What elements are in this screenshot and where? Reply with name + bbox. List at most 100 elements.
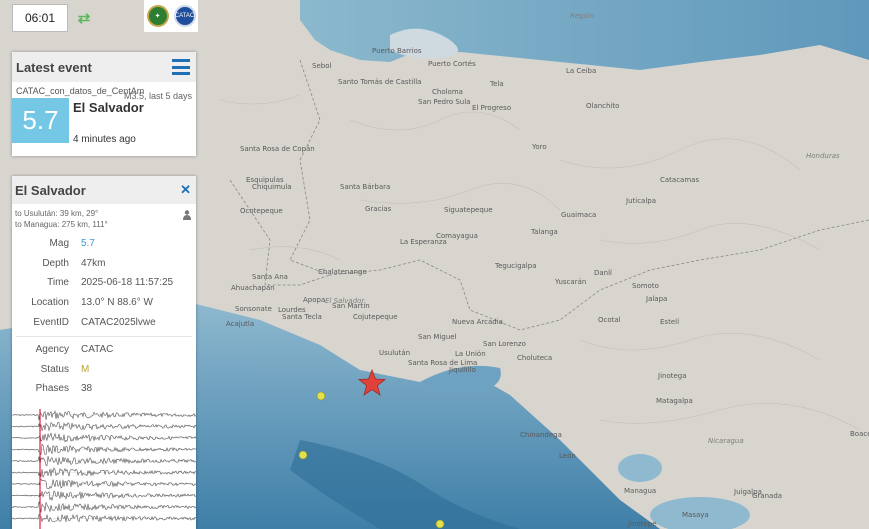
map-place-label: Santo Tomás de Castilla xyxy=(338,78,422,86)
field-row: Time 2025-06-18 11:57:25 xyxy=(12,273,196,293)
old-event-dot xyxy=(298,450,308,460)
field-value: 2025-06-18 11:57:25 xyxy=(81,277,174,289)
map-place-label: Santa Bárbara xyxy=(340,183,391,191)
map-place-label: Tela xyxy=(490,80,504,88)
map-place-label: Juigalpa xyxy=(734,488,762,496)
seismogram xyxy=(12,409,196,529)
map-place-label: Ahuachapán xyxy=(231,284,275,292)
catac-logo: CATAC xyxy=(173,5,196,27)
map-place-label: Jinotepe xyxy=(628,520,657,528)
map-place-label: Chalatenango xyxy=(318,268,367,276)
map-place-label: Danlí xyxy=(594,269,613,277)
field-value: M xyxy=(81,363,90,375)
clock-time: 06:01 xyxy=(24,11,56,25)
map-place-label: San Lorenzo xyxy=(483,340,526,348)
map-place-label: Honduras xyxy=(806,152,840,160)
distance-line-1: to Usulután: 39 km, 29° xyxy=(15,209,99,218)
map-place-label: Santa Rosa de Lima xyxy=(408,359,478,367)
field-label: Depth xyxy=(42,257,69,269)
map-place-label: Tegucigalpa xyxy=(495,262,537,270)
latest-event-panel[interactable]: Latest event CATAC_con_datos_de_CentAm 5… xyxy=(12,52,196,156)
distance-line-2: to Managua: 275 km, 111° xyxy=(15,220,108,229)
refresh-button[interactable]: ⇄ xyxy=(68,4,100,32)
field-label: Mag xyxy=(49,238,69,250)
map-place-label: Cojutepeque xyxy=(353,313,398,321)
old-event-dot xyxy=(435,519,445,529)
map-place-label: Talanga xyxy=(531,228,558,236)
clock-display: 06:01 xyxy=(12,4,68,32)
event-detail-header: El Salvador ✕ xyxy=(12,176,196,204)
map-place-label: Olanchito xyxy=(586,102,620,110)
person-icon[interactable] xyxy=(183,210,191,220)
magnitude-value: 5.7 xyxy=(22,105,59,135)
map-place-label: Santa Tecla xyxy=(282,313,322,321)
field-label: Agency xyxy=(35,344,69,356)
map-place-label: Chinandega xyxy=(520,431,562,439)
catac-logo-text: CATAC xyxy=(174,13,195,19)
event-fields-agency: Agency CATAC Status M Phases 38 xyxy=(12,340,196,399)
map-place-label: El Progreso xyxy=(472,104,512,112)
map-place-label: La Ceiba xyxy=(566,67,597,75)
agency-logo: ✦ xyxy=(146,5,169,27)
map-place-label: Ocotepeque xyxy=(240,207,283,215)
field-value: CATAC2025lvwe xyxy=(81,316,156,328)
map-place-label: Puerto Barrios xyxy=(372,47,422,55)
divider xyxy=(16,335,192,337)
list-icon[interactable] xyxy=(172,59,190,75)
map-place-label: Boaco xyxy=(850,430,869,438)
map-place-label: León xyxy=(559,452,576,460)
map-place-label: Yoro xyxy=(532,143,547,151)
map-place-label: Región xyxy=(570,12,595,20)
latest-event-title: Latest event xyxy=(16,59,92,75)
close-icon[interactable]: ✕ xyxy=(180,182,191,198)
latest-event-header: Latest event xyxy=(12,52,196,82)
map-place-label: La Esperanza xyxy=(400,238,447,246)
event-detail-panel: El Salvador ✕ to Usulután: 39 km, 29° to… xyxy=(12,176,196,529)
map-place-label: San Pedro Sula xyxy=(418,98,471,106)
map-place-label: Jiquilillo xyxy=(449,366,476,374)
map-place-label: Nicaragua xyxy=(708,437,744,445)
magnitude-badge: 5.7 xyxy=(12,98,69,143)
field-row: Mag 5.7 xyxy=(12,234,196,254)
map-place-label: Gracias xyxy=(365,205,392,213)
event-region: El Salvador xyxy=(73,100,144,115)
field-label: Time xyxy=(47,277,69,289)
map-place-label: Sonsonate xyxy=(235,305,272,313)
old-event-dot xyxy=(316,391,326,401)
field-row: EventID CATAC2025lvwe xyxy=(12,312,196,332)
latest-event-body[interactable]: 5.7 M3.5, last 5 days El Salvador 4 minu… xyxy=(12,91,196,156)
map-place-label: Apopa xyxy=(303,296,326,304)
field-value: 5.7 xyxy=(81,238,95,250)
map-place-label: Catacamas xyxy=(660,176,700,184)
map-place-label: Guaimaca xyxy=(561,211,597,219)
field-value: CATAC xyxy=(81,344,114,356)
map-place-label: Chiquimula xyxy=(252,183,292,191)
map-place-label: Yuscarán xyxy=(555,278,587,286)
map-place-label: San Miguel xyxy=(418,333,457,341)
map-place-label: Choloma xyxy=(432,88,463,96)
map-place-label: Managua xyxy=(624,487,657,495)
field-row: Depth 47km xyxy=(12,254,196,274)
field-value: 38 xyxy=(81,383,93,395)
field-label: Location xyxy=(31,297,69,309)
field-label: EventID xyxy=(33,316,69,328)
map-place-label: Jinotega xyxy=(658,372,687,380)
field-row: Agency CATAC xyxy=(12,340,196,360)
field-value: 13.0° N 88.6° W xyxy=(81,297,153,309)
map-place-label: Matagalpa xyxy=(656,397,693,405)
map-place-label: Acajutla xyxy=(226,320,255,328)
map-place-label: Siguatepeque xyxy=(444,206,493,214)
map-place-label: Juticalpa xyxy=(626,197,657,205)
field-label: Phases xyxy=(35,383,69,395)
field-row: Location 13.0° N 88.6° W xyxy=(12,293,196,313)
map-place-label: Somoto xyxy=(632,282,659,290)
map-place-label: Sebol xyxy=(312,62,332,70)
map-place-label: Masaya xyxy=(682,511,709,519)
map-place-label: San Martín xyxy=(332,302,370,310)
lake-managua xyxy=(618,454,662,482)
field-row: Status M xyxy=(12,360,196,380)
field-label: Status xyxy=(40,363,69,375)
map-place-label: Ocotal xyxy=(598,316,621,324)
map-place-label: Santa Ana xyxy=(252,273,288,281)
map-place-label: La Unión xyxy=(455,350,486,358)
